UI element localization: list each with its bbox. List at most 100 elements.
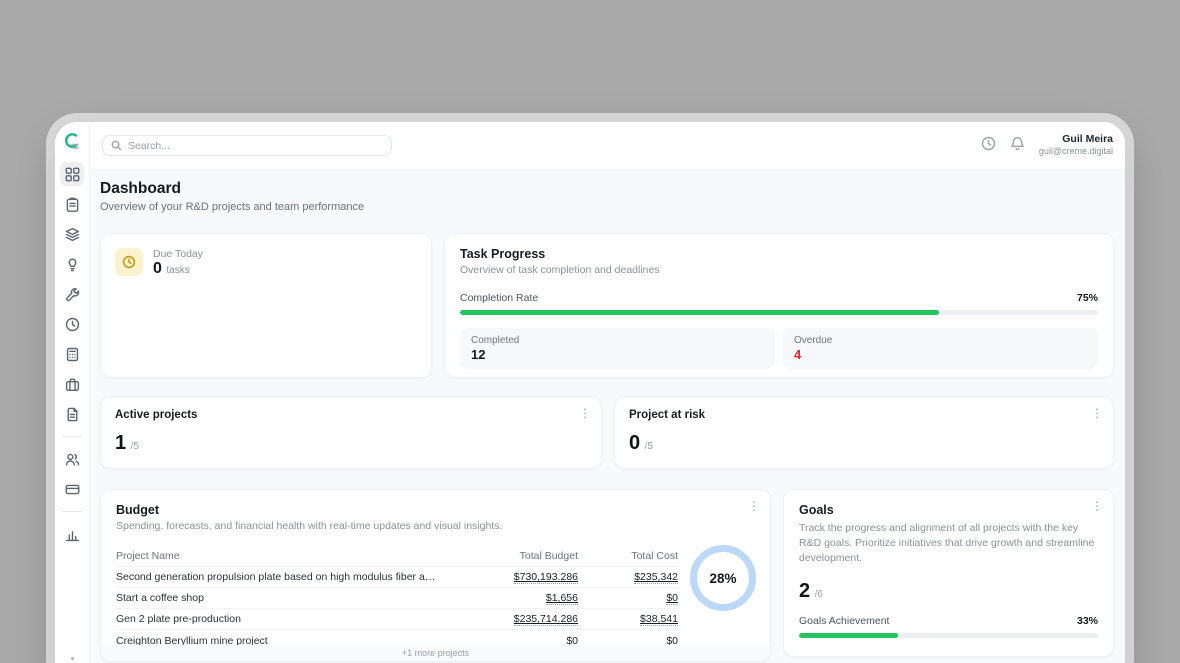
project-name: Start a coffee shop (116, 592, 448, 604)
status-dot (71, 657, 74, 660)
due-today-card: Due Today 0 tasks (100, 233, 432, 378)
briefcase-icon (65, 377, 80, 392)
active-projects-total: /5 (131, 441, 139, 452)
sidebar-item-team[interactable] (60, 447, 84, 471)
budget-title: Budget (116, 503, 755, 517)
search-input[interactable]: Search... (102, 135, 392, 156)
page-title: Dashboard (100, 180, 181, 198)
budget-subtitle: Spending, forecasts, and financial healt… (116, 520, 755, 532)
clock-icon (981, 136, 996, 151)
goals-total: /6 (815, 589, 823, 600)
app-window: V1.0 Search... (55, 122, 1125, 663)
total-budget-value[interactable]: $1,656 (546, 592, 578, 605)
search-icon (111, 140, 122, 151)
active-projects-title: Active projects (115, 409, 587, 421)
sidebar: V1.0 (55, 122, 90, 663)
table-row[interactable]: Start a coffee shop $1,656 $0 (116, 588, 678, 609)
total-cost-value[interactable]: $38,541 (640, 613, 678, 626)
sidebar-item-documents[interactable] (60, 402, 84, 426)
column-total-cost: Total Cost (578, 550, 678, 562)
project-at-risk-title: Project at risk (629, 409, 1099, 421)
overdue-stat-box: Overdue 4 (783, 328, 1098, 369)
project-at-risk-total: /5 (645, 441, 653, 452)
sidebar-item-calculator[interactable] (60, 342, 84, 366)
active-projects-menu-button[interactable]: ⋮ (579, 407, 591, 419)
topbar: Search... Guil Meira guil@creme.digita (90, 122, 1125, 170)
table-row[interactable]: Second generation propulsion plate based… (116, 567, 678, 588)
sidebar-footer: V1.0 (63, 657, 81, 663)
creme-logo-icon (62, 131, 82, 151)
goals-menu-button[interactable]: ⋮ (1091, 500, 1103, 512)
budget-usage-percent: 28% (709, 571, 736, 586)
due-today-unit: tasks (166, 265, 189, 276)
goals-progress-fill (799, 633, 898, 638)
goals-achievement-label: Goals Achievement (799, 615, 889, 627)
project-name: Gen 2 plate pre-production (116, 613, 448, 625)
layers-icon (65, 227, 80, 242)
goals-value: 2 (799, 580, 810, 602)
calculator-icon (65, 347, 80, 362)
user-menu[interactable]: Guil Meira guil@creme.digital (1039, 133, 1113, 157)
column-total-budget: Total Budget (448, 550, 578, 562)
total-cost-value[interactable]: $0 (666, 592, 678, 605)
project-at-risk-card: Project at risk ⋮ 0 /5 (614, 396, 1114, 469)
active-projects-value: 1 (115, 432, 126, 454)
lightbulb-icon (65, 257, 80, 272)
project-at-risk-value: 0 (629, 432, 640, 454)
grid-icon (65, 167, 80, 182)
total-budget-value[interactable]: $235,714.286 (514, 613, 578, 626)
active-projects-card: Active projects ⋮ 1 /5 (100, 396, 602, 469)
due-today-label: Due Today (153, 248, 203, 260)
overdue-label: Overdue (794, 335, 1087, 346)
sidebar-item-tasks[interactable] (60, 192, 84, 216)
sidebar-divider (62, 436, 82, 437)
completion-rate-label: Completion Rate (460, 292, 538, 304)
sidebar-item-reports[interactable] (60, 522, 84, 546)
overdue-value: 4 (794, 347, 1087, 362)
budget-table: Project Name Total Budget Total Cost Sec… (116, 546, 678, 651)
sidebar-item-ideas[interactable] (60, 252, 84, 276)
goals-achievement-percent: 33% (1077, 615, 1098, 627)
completion-progress-track (460, 310, 1098, 315)
users-icon (65, 452, 80, 467)
budget-menu-button[interactable]: ⋮ (748, 500, 760, 512)
project-at-risk-menu-button[interactable]: ⋮ (1091, 407, 1103, 419)
sidebar-item-projects[interactable] (60, 222, 84, 246)
sidebar-item-time[interactable] (60, 312, 84, 336)
completed-value: 12 (471, 347, 764, 362)
due-today-iconbox (115, 248, 143, 276)
document-icon (65, 407, 80, 422)
sidebar-item-inventory[interactable] (60, 372, 84, 396)
table-row[interactable]: Gen 2 plate pre-production $235,714.286 … (116, 609, 678, 630)
more-projects-link[interactable]: +1 more projects (101, 645, 770, 661)
completed-stat-box: Completed 12 (460, 328, 775, 369)
dashboard-content: Dashboard Overview of your R&D projects … (90, 170, 1125, 663)
user-email: guil@creme.digital (1039, 146, 1113, 157)
sidebar-item-billing[interactable] (60, 477, 84, 501)
sidebar-divider (62, 511, 82, 512)
sidebar-item-dashboard[interactable] (60, 162, 84, 186)
project-name: Second generation propulsion plate based… (116, 571, 448, 583)
budget-table-header: Project Name Total Budget Total Cost (116, 546, 678, 567)
page-subtitle: Overview of your R&D projects and team p… (100, 201, 364, 213)
main-area: Search... Guil Meira guil@creme.digita (90, 122, 1125, 663)
card-icon (65, 482, 80, 497)
completed-label: Completed (471, 335, 764, 346)
budget-card: Budget ⋮ Spending, forecasts, and financ… (100, 489, 771, 662)
task-progress-title: Task Progress (460, 247, 1098, 261)
history-button[interactable] (981, 136, 996, 156)
sidebar-item-tools[interactable] (60, 282, 84, 306)
goals-progress-track (799, 633, 1098, 638)
bell-icon (1010, 136, 1025, 151)
due-today-value: 0 (153, 260, 162, 277)
total-budget-value[interactable]: $730,193.286 (514, 571, 578, 584)
task-progress-subtitle: Overview of task completion and deadline… (460, 264, 1098, 276)
notifications-button[interactable] (1010, 136, 1025, 156)
clock-icon (122, 255, 136, 269)
goals-description: Track the progress and alignment of all … (799, 521, 1098, 567)
budget-usage-ring: 28% (690, 545, 756, 611)
clipboard-icon (65, 197, 80, 212)
user-name: Guil Meira (1039, 133, 1113, 146)
goals-card: Goals ⋮ Track the progress and alignment… (783, 489, 1114, 657)
total-cost-value[interactable]: $235,342 (634, 571, 678, 584)
